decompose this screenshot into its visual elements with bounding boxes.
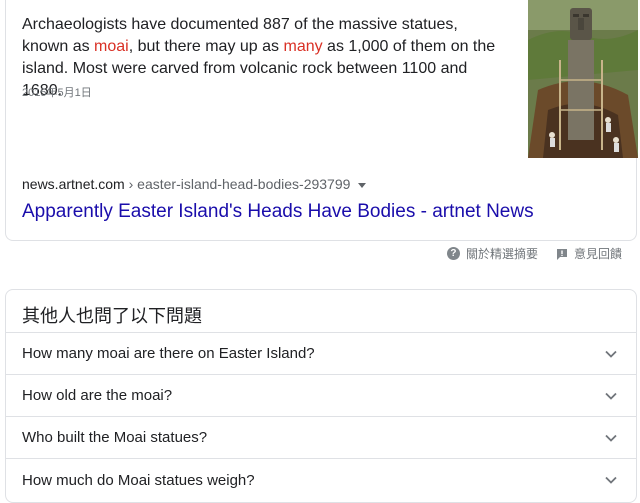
paa-question-text: How much do Moai statues weigh?	[22, 471, 255, 489]
moai-excavation-image[interactable]	[528, 0, 638, 158]
snippet-highlight-moai: moai	[94, 38, 129, 55]
featured-snippet-card: Archaeologists have documented 887 of th…	[5, 0, 638, 241]
snippet-text: Archaeologists have documented 887 of th…	[22, 14, 502, 102]
source-domain: news.artnet.com	[22, 176, 125, 192]
chevron-down-icon	[605, 392, 617, 400]
snippet-text-part2: , but there may up as	[128, 38, 284, 55]
chevron-down-icon	[605, 434, 617, 442]
people-also-ask-heading: 其他人也問了以下問題	[6, 290, 636, 333]
result-title-link[interactable]: Apparently Easter Island's Heads Have Bo…	[22, 199, 534, 225]
feedback-label: 意見回饋	[573, 247, 622, 261]
paa-question[interactable]: How much do Moai statues weigh?	[6, 459, 636, 501]
feedback-flag-icon	[556, 248, 567, 260]
paa-question[interactable]: How old are the moai?	[6, 375, 636, 417]
help-icon: ?	[446, 247, 460, 260]
about-featured-snippets-label: 關於精選摘要	[465, 247, 538, 261]
people-also-ask-box: 其他人也問了以下問題 How many moai are there on Ea…	[5, 289, 637, 503]
paa-question[interactable]: Who built the Moai statues?	[6, 417, 636, 459]
feedback-button[interactable]: 意見回饋	[556, 245, 622, 262]
chevron-down-icon	[605, 350, 617, 358]
paa-question-text: How many moai are there on Easter Island…	[22, 345, 315, 362]
snippet-date: 2015年5月1日	[22, 87, 92, 99]
paa-question[interactable]: How many moai are there on Easter Island…	[6, 333, 636, 375]
chevron-down-icon	[605, 476, 617, 484]
source-breadcrumb[interactable]: news.artnet.com › easter-island-head-bod…	[22, 176, 367, 192]
source-menu-caret-icon[interactable]	[358, 182, 367, 188]
snippet-feedback-row: ? 關於精選摘要 意見回饋	[446, 245, 622, 262]
paa-question-text: How old are the moai?	[22, 387, 173, 404]
snippet-highlight-many: many	[283, 38, 323, 55]
source-path: › easter-island-head-bodies-293799	[124, 176, 351, 192]
paa-question-text: Who built the Moai statues?	[22, 429, 208, 446]
about-featured-snippets-button[interactable]: ? 關於精選摘要	[446, 245, 538, 262]
